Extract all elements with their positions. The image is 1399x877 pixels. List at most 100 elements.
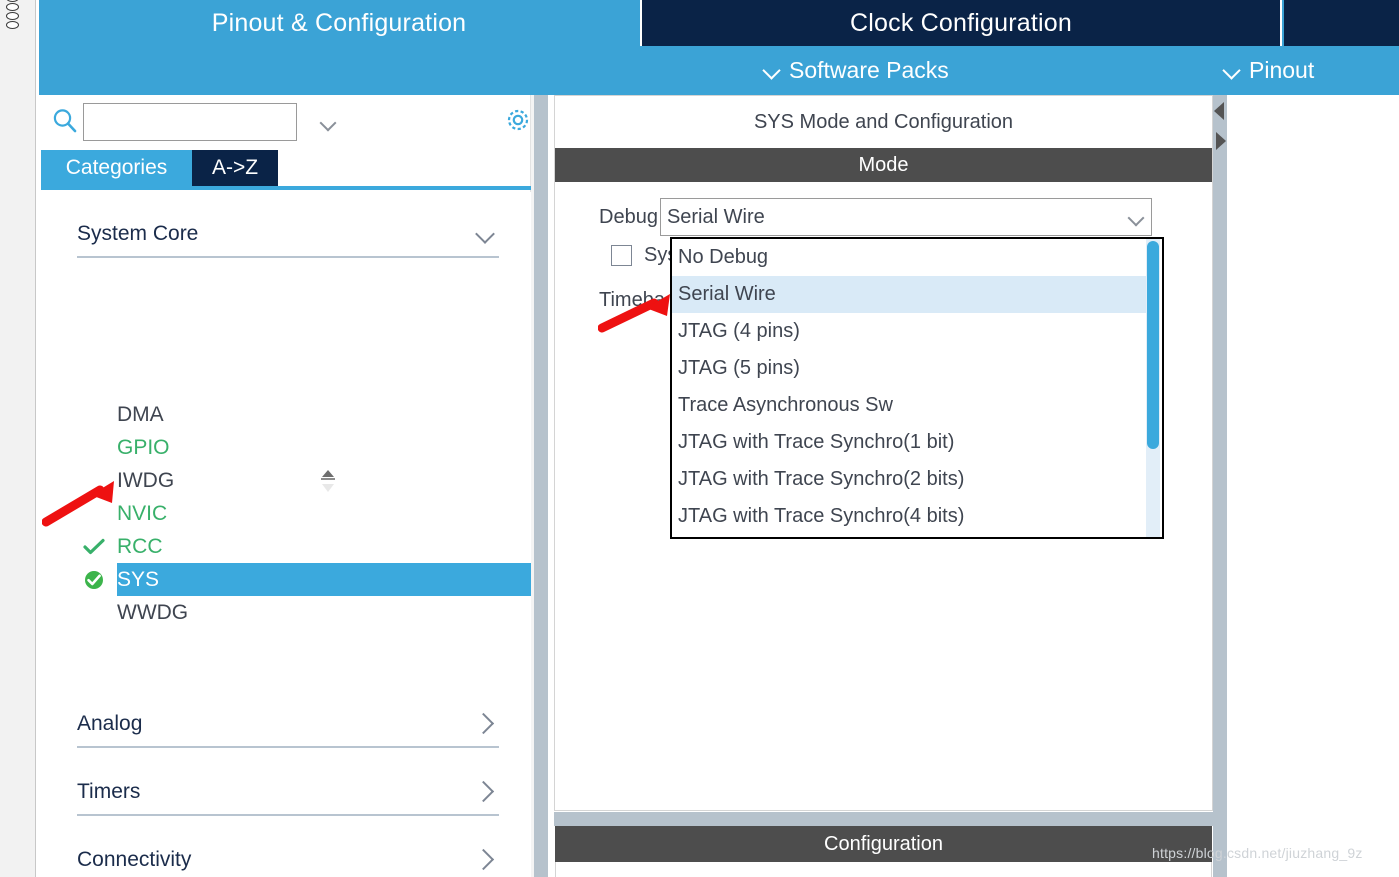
debug-dropdown-list[interactable]: No Debug Serial Wire JTAG (4 pins) JTAG …	[670, 237, 1164, 539]
section-header-configuration: Configuration	[555, 826, 1212, 862]
tree-item-dma[interactable]: DMA	[117, 398, 531, 431]
debug-label: Debug	[599, 205, 658, 228]
chevron-down-icon	[764, 62, 780, 78]
page-title-label: SYS Mode and Configuration	[753, 110, 1014, 133]
section-header-mode-label: Mode	[858, 153, 909, 176]
search-input[interactable]	[84, 105, 317, 139]
tree-item-nvic[interactable]: NVIC	[117, 497, 531, 530]
group-header-timers-label: Timers	[77, 780, 141, 803]
tree-item-wwdg[interactable]: WWDG	[117, 596, 531, 629]
tab-clock-configuration[interactable]: Clock Configuration	[640, 0, 1282, 46]
check-circle-icon	[81, 566, 107, 593]
dropdown-scrollbar[interactable]	[1146, 239, 1160, 537]
dropdown-option-no-debug-label: No Debug	[678, 246, 769, 268]
menu-software-packs[interactable]: Software Packs	[764, 46, 949, 94]
tree-item-dma-label: DMA	[117, 402, 164, 426]
menu-pinout[interactable]: Pinout	[1224, 46, 1314, 94]
tab-bar-right-spacer	[1284, 0, 1399, 46]
tab-categories-label: Categories	[65, 156, 168, 179]
tree-item-rcc[interactable]: RCC	[83, 530, 531, 563]
debug-combobox[interactable]: Serial Wire	[659, 198, 1152, 236]
dropdown-options: No Debug Serial Wire JTAG (4 pins) JTAG …	[672, 239, 1148, 537]
tab-pinout-and-configuration-label: Pinout & Configuration	[211, 8, 467, 37]
tree-item-sys[interactable]: SYS	[81, 563, 531, 596]
ellipsis-dots-icon	[6, 0, 26, 29]
configuration-body	[555, 862, 1212, 877]
group-header-analog-label: Analog	[77, 712, 143, 735]
tree-item-wwdg-label: WWDG	[117, 600, 189, 624]
timebase-source-label: Timeba	[599, 289, 665, 311]
dropdown-option-jtag-trace-synchro-2-bits[interactable]: JTAG with Trace Synchro(2 bits)	[672, 461, 1148, 498]
tree-item-nvic-label: NVIC	[117, 501, 168, 525]
chevron-right-icon	[475, 850, 495, 870]
collapse-right-arrow-icon[interactable]	[1213, 128, 1227, 154]
component-tree: System Core DMA GPIO IWDG NVIC RCC SYS W…	[39, 192, 531, 877]
watermark: https://blog.csdn.net/jiuzhang_9z	[1152, 845, 1363, 861]
tree-item-sys-label: SYS	[117, 567, 160, 591]
left-edge-strip	[0, 0, 36, 877]
dropdown-option-jtag-4-pins[interactable]: JTAG (4 pins)	[672, 313, 1148, 350]
sidebar-tabs-underline	[41, 186, 531, 190]
dropdown-option-jtag-trace-synchro-1-bit-label: JTAG with Trace Synchro(1 bit)	[678, 431, 955, 453]
debug-combobox-value: Serial Wire	[666, 205, 765, 228]
group-header-system-core[interactable]: System Core	[77, 212, 499, 258]
dropdown-scrollbar-thumb[interactable]	[1147, 241, 1159, 449]
status-slot	[79, 532, 109, 562]
tab-a-to-z[interactable]: A->Z	[192, 150, 278, 186]
system-wakeup-row: Sys	[611, 244, 677, 267]
search-combobox[interactable]	[83, 103, 317, 141]
dropdown-option-jtag-5-pins-label: JTAG (5 pins)	[678, 357, 800, 379]
tree-item-gpio[interactable]: GPIO	[117, 431, 531, 464]
system-wakeup-checkbox[interactable]	[611, 245, 632, 266]
menu-software-packs-label: Software Packs	[789, 56, 949, 83]
debug-row: Debug Serial Wire	[599, 198, 1152, 236]
chevron-down-icon	[1224, 62, 1240, 78]
menu-pinout-label: Pinout	[1249, 56, 1315, 83]
dropdown-option-trace-asynchronous-sw[interactable]: Trace Asynchronous Sw	[672, 387, 1148, 424]
dropdown-option-jtag-trace-synchro-4-bits[interactable]: JTAG with Trace Synchro(4 bits)	[672, 498, 1148, 535]
page-title: SYS Mode and Configuration	[555, 96, 1212, 148]
component-sidebar: Categories A->Z System Core DMA GPIO IWD…	[39, 95, 531, 877]
status-slot	[79, 433, 109, 463]
tree-item-iwdg[interactable]: IWDG	[117, 464, 531, 497]
status-slot	[79, 565, 109, 595]
collapse-left-arrow-icon[interactable]	[1213, 98, 1227, 124]
group-header-analog[interactable]: Analog	[77, 702, 499, 748]
chevron-right-icon	[475, 714, 495, 734]
configuration-section: Configuration	[554, 826, 1213, 877]
check-icon	[83, 538, 105, 556]
secondary-menu-bar: Software Packs Pinout	[39, 46, 1399, 94]
tree-item-iwdg-label: IWDG	[117, 468, 175, 492]
chevron-down-icon	[475, 224, 495, 244]
gear-icon[interactable]	[502, 104, 534, 136]
dropdown-option-jtag-trace-synchro-2-bits-label: JTAG with Trace Synchro(2 bits)	[678, 468, 965, 490]
tab-a-to-z-label: A->Z	[211, 156, 259, 179]
search-icon	[51, 107, 79, 135]
group-header-timers[interactable]: Timers	[77, 770, 499, 816]
tree-item-gpio-label: GPIO	[117, 435, 170, 459]
status-slot	[79, 598, 109, 628]
dropdown-option-jtag-trace-synchro-4-bits-label: JTAG with Trace Synchro(4 bits)	[678, 505, 965, 527]
dropdown-option-jtag-4-pins-label: JTAG (4 pins)	[678, 320, 800, 342]
group-header-system-core-label: System Core	[77, 222, 199, 245]
dropdown-option-serial-wire[interactable]: Serial Wire	[672, 276, 1148, 313]
sidebar-main-splitter[interactable]	[534, 95, 548, 877]
tab-clock-configuration-label: Clock Configuration	[850, 8, 1072, 37]
group-header-connectivity[interactable]: Connectivity	[77, 838, 499, 877]
dropdown-option-jtag-trace-synchro-1-bit[interactable]: JTAG with Trace Synchro(1 bit)	[672, 424, 1148, 461]
chevron-right-icon	[475, 782, 495, 802]
sidebar-search-row	[39, 95, 531, 150]
tab-pinout-and-configuration[interactable]: Pinout & Configuration	[39, 0, 639, 46]
section-header-mode: Mode	[555, 148, 1212, 182]
dropdown-option-no-debug[interactable]: No Debug	[672, 239, 1148, 276]
top-tab-bar: Pinout & Configuration Clock Configurati…	[39, 0, 1399, 46]
chevron-down-icon[interactable]	[1125, 199, 1151, 235]
dropdown-option-jtag-5-pins[interactable]: JTAG (5 pins)	[672, 350, 1148, 387]
section-header-configuration-label: Configuration	[824, 832, 943, 855]
right-collapse-rail	[1213, 95, 1227, 877]
group-header-connectivity-label: Connectivity	[77, 848, 192, 871]
status-slot	[79, 499, 109, 529]
tab-categories[interactable]: Categories	[41, 150, 192, 186]
dropdown-option-serial-wire-label: Serial Wire	[678, 283, 776, 305]
tree-item-rcc-label: RCC	[117, 534, 163, 558]
